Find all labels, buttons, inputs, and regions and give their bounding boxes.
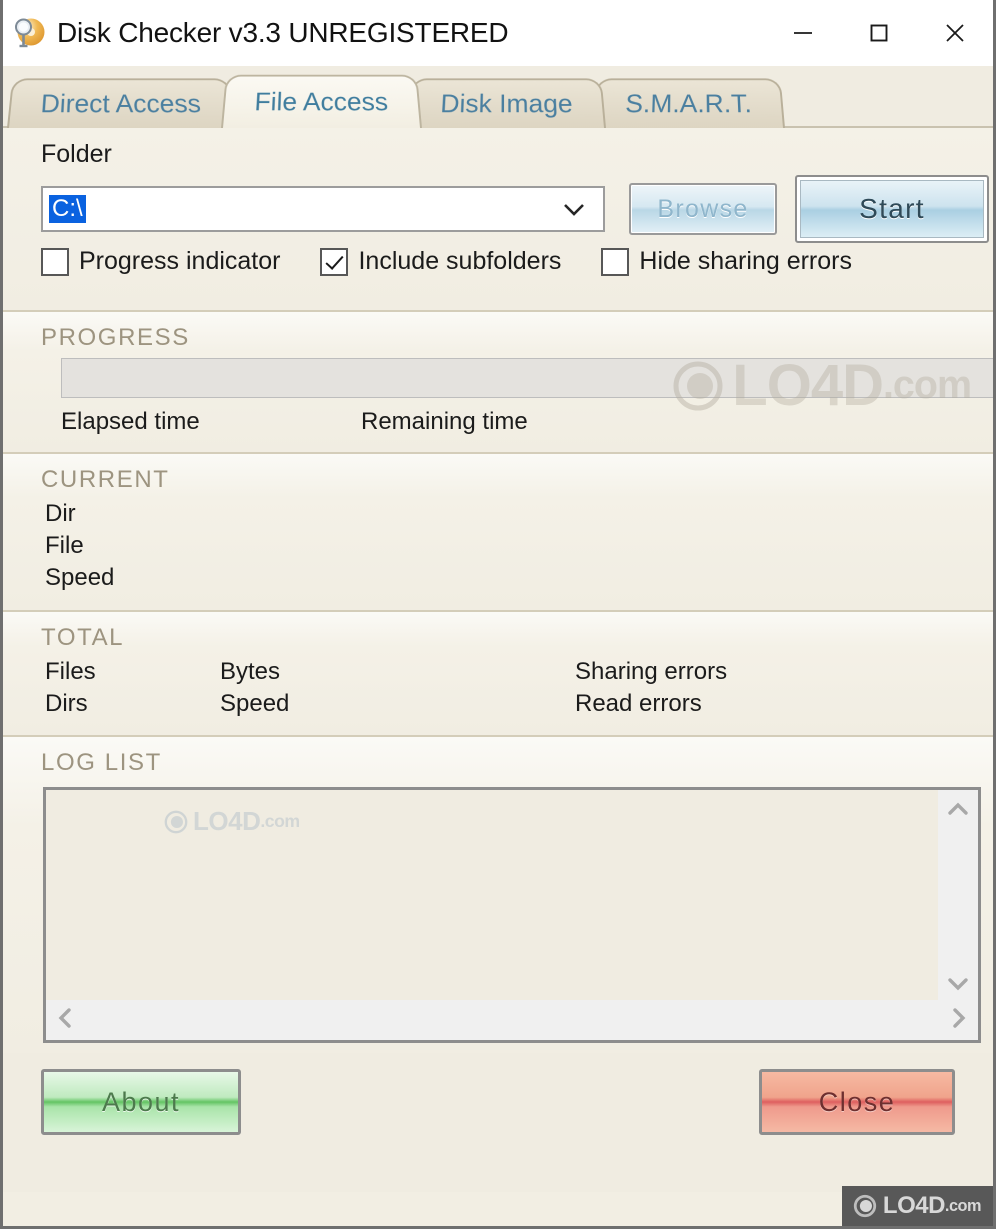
checkbox-progress-indicator[interactable]: Progress indicator — [41, 247, 280, 276]
minimize-icon — [790, 20, 816, 46]
browse-button-label: Browse — [657, 195, 748, 224]
close-dialog-button[interactable]: Close — [759, 1069, 955, 1135]
current-dir-label: Dir — [45, 498, 993, 530]
maximize-icon — [866, 20, 892, 46]
tab-label: Disk Image — [440, 89, 574, 119]
chevron-right-icon[interactable] — [950, 1005, 968, 1035]
about-button[interactable]: About — [41, 1069, 241, 1135]
total-bytes-label: Bytes — [220, 656, 575, 688]
folder-combobox[interactable]: C:\ — [41, 186, 605, 232]
tab-panel-file-access: Folder C:\ Browse Start Progress indicat… — [3, 128, 993, 1229]
total-dirs-label: Dirs — [45, 688, 220, 720]
total-read-errors-label: Read errors — [575, 688, 702, 720]
folder-label: Folder — [41, 140, 993, 169]
progress-bar — [61, 358, 993, 398]
tab-label: S.M.A.R.T. — [625, 89, 753, 119]
start-button-label: Start — [859, 193, 925, 225]
folder-section: Folder C:\ Browse Start Progress indicat… — [3, 128, 993, 310]
tab-direct-access[interactable]: Direct Access — [7, 78, 235, 128]
chevron-down-icon[interactable] — [559, 188, 589, 230]
maximize-button[interactable] — [841, 0, 917, 66]
log-list-section: LOG LIST — [3, 737, 993, 1053]
about-button-label: About — [102, 1087, 180, 1118]
title-bar: Disk Checker v3.3 UNREGISTERED — [3, 0, 993, 66]
tab-label: Direct Access — [40, 89, 202, 119]
tab-disk-image[interactable]: Disk Image — [407, 78, 606, 128]
tab-bar: Direct Access File Access Disk Image S.M… — [3, 66, 993, 128]
total-row: Files Bytes Sharing errors — [41, 656, 993, 688]
log-horizontal-scrollbar[interactable] — [46, 1000, 978, 1040]
tab-file-access[interactable]: File Access — [221, 75, 422, 128]
total-section: TOTAL Files Bytes Sharing errors Dirs Sp… — [3, 612, 993, 736]
total-row: Dirs Speed Read errors — [41, 688, 993, 720]
chevron-up-icon[interactable] — [945, 796, 971, 822]
current-heading: CURRENT — [41, 454, 993, 498]
start-button[interactable]: Start — [800, 180, 984, 238]
log-list-heading: LOG LIST — [41, 737, 993, 781]
tab-smart[interactable]: S.M.A.R.T. — [592, 78, 785, 128]
chevron-down-icon[interactable] — [945, 971, 971, 997]
checkbox-box-checked[interactable] — [320, 248, 348, 276]
current-fields: Dir File Speed — [41, 498, 993, 594]
application-window: Disk Checker v3.3 UNREGISTERED Direct Ac… — [0, 0, 996, 1229]
options-row: Progress indicator Include subfolders Hi… — [41, 243, 993, 294]
checkbox-label: Progress indicator — [79, 247, 280, 276]
checkbox-hide-sharing-errors[interactable]: Hide sharing errors — [601, 247, 852, 276]
checkbox-box[interactable] — [601, 248, 629, 276]
total-files-label: Files — [45, 656, 220, 688]
remaining-time-label: Remaining time — [361, 406, 528, 438]
tab-label: File Access — [253, 87, 388, 117]
log-list-box[interactable] — [43, 787, 981, 1043]
total-speed-label: Speed — [220, 688, 575, 720]
start-button-focus-ring: Start — [795, 175, 989, 243]
current-speed-label: Speed — [45, 562, 993, 594]
checkbox-label: Hide sharing errors — [639, 247, 852, 276]
log-vertical-scrollbar[interactable] — [938, 790, 978, 1003]
current-section: CURRENT Dir File Speed — [3, 454, 993, 610]
minimize-button[interactable] — [765, 0, 841, 66]
footer-bar: About Close — [3, 1053, 993, 1192]
checkbox-box[interactable] — [41, 248, 69, 276]
current-file-label: File — [45, 530, 993, 562]
browse-button[interactable]: Browse — [629, 183, 777, 235]
checkbox-include-subfolders[interactable]: Include subfolders — [320, 247, 561, 276]
folder-row: C:\ Browse Start — [41, 175, 993, 243]
close-icon — [942, 20, 968, 46]
folder-input-value[interactable]: C:\ — [49, 195, 86, 223]
window-title: Disk Checker v3.3 UNREGISTERED — [57, 17, 508, 49]
total-heading: TOTAL — [41, 612, 993, 656]
close-button[interactable] — [917, 0, 993, 66]
window-controls — [765, 0, 993, 66]
elapsed-time-label: Elapsed time — [61, 406, 361, 438]
close-button-label: Close — [819, 1087, 896, 1118]
disk-magnifier-icon — [11, 15, 47, 51]
progress-section: PROGRESS Elapsed time Remaining time — [3, 312, 993, 452]
progress-times-row: Elapsed time Remaining time — [61, 406, 993, 438]
progress-heading: PROGRESS — [41, 312, 993, 356]
log-list-content[interactable] — [46, 790, 940, 1003]
chevron-left-icon[interactable] — [56, 1005, 74, 1035]
total-sharing-errors-label: Sharing errors — [575, 656, 727, 688]
checkbox-label: Include subfolders — [358, 247, 561, 276]
